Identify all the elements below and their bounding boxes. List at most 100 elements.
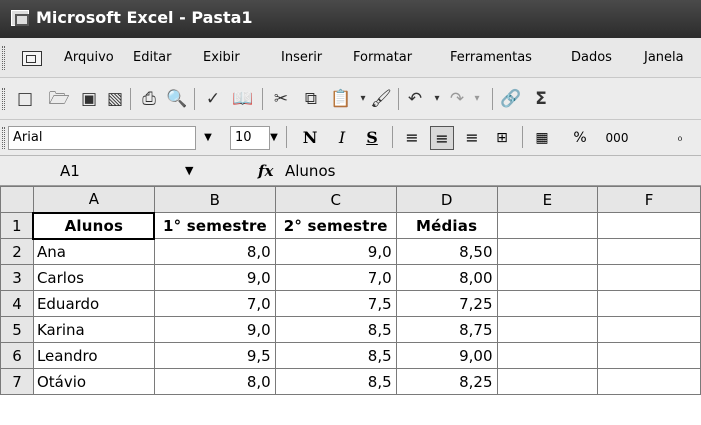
- menu-ferramentas[interactable]: Ferramentas: [450, 50, 532, 65]
- name-box[interactable]: A1: [0, 159, 172, 183]
- column-header-d[interactable]: D: [395, 186, 498, 213]
- cell[interactable]: 8,5: [274, 342, 397, 369]
- research-icon[interactable]: 📖: [232, 89, 254, 109]
- cell[interactable]: [496, 212, 599, 239]
- cell[interactable]: 8,5: [274, 368, 397, 395]
- formula-input[interactable]: Alunos: [285, 159, 335, 183]
- row-header[interactable]: 1: [0, 212, 34, 239]
- align-right-icon[interactable]: ≡: [460, 126, 484, 150]
- cell[interactable]: [597, 290, 701, 317]
- cell[interactable]: 9,0: [153, 264, 276, 291]
- cell[interactable]: 8,0: [153, 368, 276, 395]
- print-preview-icon[interactable]: 🔍: [166, 89, 188, 109]
- cell[interactable]: Médias: [395, 212, 498, 239]
- row-header[interactable]: 2: [0, 238, 34, 265]
- cell[interactable]: [496, 264, 599, 291]
- underline-button[interactable]: S: [360, 126, 384, 150]
- cell[interactable]: [597, 212, 701, 239]
- cell[interactable]: 8,0: [153, 238, 276, 265]
- cell[interactable]: 7,0: [274, 264, 397, 291]
- open-folder-icon[interactable]: 🗁: [48, 89, 70, 109]
- toolbar-grip[interactable]: [2, 88, 5, 110]
- font-name-dropdown-icon[interactable]: ▼: [200, 126, 216, 150]
- menu-arquivo[interactable]: Arquivo: [64, 50, 114, 65]
- row-header[interactable]: 6: [0, 342, 34, 369]
- font-size-select[interactable]: 10: [230, 126, 270, 150]
- cell[interactable]: 2° semestre: [274, 212, 397, 239]
- redo-dropdown-icon[interactable]: ▾: [466, 89, 488, 109]
- cell[interactable]: Eduardo: [32, 290, 155, 317]
- increase-decimal-icon[interactable]: ₀: [668, 126, 692, 150]
- cell[interactable]: [496, 238, 599, 265]
- cell[interactable]: 1° semestre: [153, 212, 276, 239]
- new-document-icon[interactable]: □: [14, 89, 36, 109]
- menu-janela[interactable]: Janela: [644, 50, 684, 65]
- hyperlink-icon[interactable]: 🔗: [500, 89, 522, 109]
- menu-inserir[interactable]: Inserir: [281, 50, 322, 65]
- cell[interactable]: Ana: [32, 238, 155, 265]
- toolbar-grip[interactable]: [2, 127, 5, 149]
- merge-center-icon[interactable]: ⊞: [490, 126, 514, 150]
- copy-icon[interactable]: ⧉: [300, 89, 322, 109]
- paste-icon[interactable]: 📋: [330, 89, 352, 109]
- cell[interactable]: Otávio: [32, 368, 155, 395]
- print-icon[interactable]: ⎙: [138, 89, 160, 109]
- cell[interactable]: 8,75: [395, 316, 498, 343]
- permission-icon[interactable]: ▧: [104, 89, 126, 109]
- column-header-b[interactable]: B: [153, 186, 276, 213]
- menu-dados[interactable]: Dados: [571, 50, 612, 65]
- insert-function-icon[interactable]: fx: [258, 159, 273, 183]
- menu-editar[interactable]: Editar: [133, 50, 172, 65]
- cell[interactable]: [496, 290, 599, 317]
- align-left-icon[interactable]: ≡: [400, 126, 424, 150]
- undo-dropdown-icon[interactable]: ▾: [426, 89, 448, 109]
- cut-icon[interactable]: ✂: [270, 89, 292, 109]
- cell-a1[interactable]: Alunos: [32, 211, 156, 240]
- save-icon[interactable]: ▣: [78, 89, 100, 109]
- workbook-icon[interactable]: [22, 51, 42, 66]
- cell[interactable]: 9,0: [153, 316, 276, 343]
- cell[interactable]: 8,25: [395, 368, 498, 395]
- cell[interactable]: 8,5: [274, 316, 397, 343]
- name-box-dropdown-icon[interactable]: ▼: [185, 159, 193, 183]
- cell[interactable]: 8,50: [395, 238, 498, 265]
- row-header[interactable]: 4: [0, 290, 34, 317]
- row-header[interactable]: 3: [0, 264, 34, 291]
- cell[interactable]: [597, 264, 701, 291]
- cell[interactable]: 7,5: [274, 290, 397, 317]
- align-center-icon[interactable]: ≡: [430, 126, 454, 150]
- cell[interactable]: 9,0: [274, 238, 397, 265]
- cell[interactable]: 7,0: [153, 290, 276, 317]
- undo-icon[interactable]: ↶: [404, 89, 426, 109]
- font-name-select[interactable]: Arial: [8, 126, 196, 150]
- cell[interactable]: Carlos: [32, 264, 155, 291]
- cell[interactable]: Karina: [32, 316, 155, 343]
- percent-button[interactable]: %: [568, 126, 592, 150]
- row-header[interactable]: 5: [0, 316, 34, 343]
- cell[interactable]: [496, 316, 599, 343]
- column-header-a[interactable]: A: [32, 186, 155, 213]
- cell[interactable]: Leandro: [32, 342, 155, 369]
- bold-button[interactable]: N: [298, 126, 322, 150]
- row-header[interactable]: 7: [0, 368, 34, 395]
- redo-icon[interactable]: ↷: [446, 89, 468, 109]
- cell[interactable]: [597, 368, 701, 395]
- spelling-icon[interactable]: ✓: [202, 89, 224, 109]
- autosum-icon[interactable]: Σ: [530, 89, 552, 109]
- format-painter-icon[interactable]: 🖌: [370, 89, 392, 109]
- column-header-e[interactable]: E: [496, 186, 599, 213]
- menu-exibir[interactable]: Exibir: [203, 50, 240, 65]
- column-header-c[interactable]: C: [274, 186, 397, 213]
- currency-icon[interactable]: ▦: [530, 126, 554, 150]
- menubar-grip[interactable]: [2, 46, 5, 70]
- menu-formatar[interactable]: Formatar: [353, 50, 412, 65]
- cell[interactable]: [597, 238, 701, 265]
- italic-button[interactable]: I: [330, 126, 354, 150]
- cell[interactable]: 9,5: [153, 342, 276, 369]
- cell[interactable]: [597, 316, 701, 343]
- select-all-corner[interactable]: [0, 186, 34, 213]
- font-size-dropdown-icon[interactable]: ▼: [266, 126, 282, 150]
- cell[interactable]: [496, 342, 599, 369]
- cell[interactable]: 9,00: [395, 342, 498, 369]
- excel-app-icon[interactable]: [11, 10, 29, 26]
